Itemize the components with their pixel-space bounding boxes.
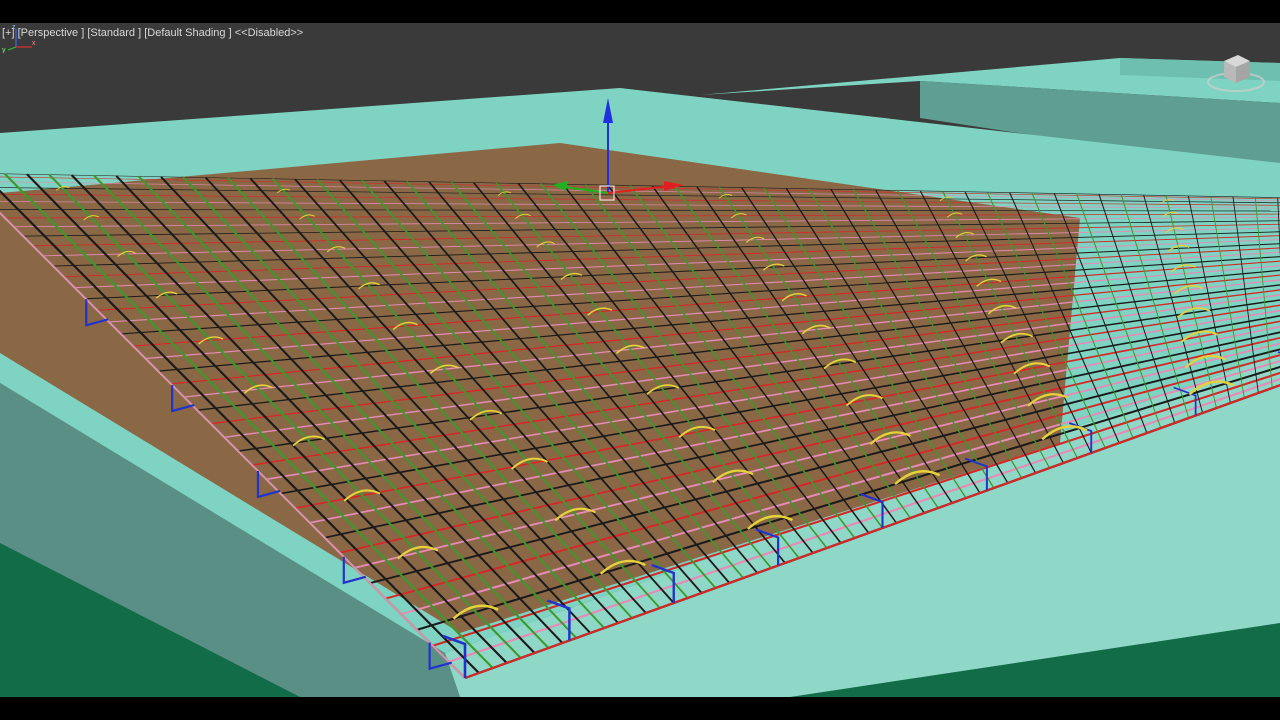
axis-tripod-icon: z x y xyxy=(2,24,36,53)
svg-text:x: x xyxy=(32,40,36,47)
svg-text:z: z xyxy=(12,24,16,31)
viewport-label: [+] [Perspective ] [Standard ] [Default … xyxy=(2,27,303,39)
shading-menu[interactable]: [Default Shading ] xyxy=(144,27,231,39)
scene-render[interactable] xyxy=(0,23,1280,697)
viewport-status: <<Disabled>> xyxy=(234,27,304,39)
render-mode-menu[interactable]: [Standard ] xyxy=(87,27,141,39)
viewcube-icon[interactable] xyxy=(1206,49,1266,97)
perspective-viewport[interactable]: [+] [Perspective ] [Standard ] [Default … xyxy=(0,23,1280,697)
app-frame: [+] [Perspective ] [Standard ] [Default … xyxy=(0,0,1280,720)
svg-text:y: y xyxy=(2,47,6,53)
